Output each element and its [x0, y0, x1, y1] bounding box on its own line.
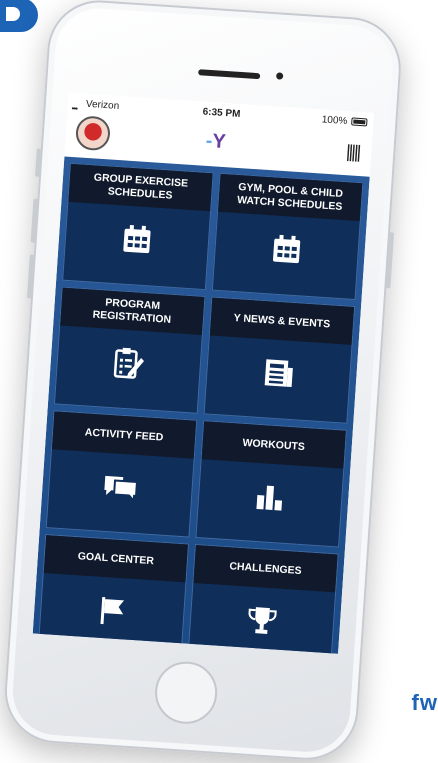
menu-grid: GROUP EXERCISE SCHEDULES GYM, POOL & CHI…	[32, 156, 370, 654]
carrier-label: ••• Verizon	[71, 98, 120, 114]
volume-up-button	[30, 198, 39, 243]
volume-down-button	[26, 254, 35, 299]
tile-label: Y NEWS & EVENTS	[209, 297, 355, 345]
tile-label: PROGRAM REGISTRATION	[60, 287, 205, 335]
status-time: 6:35 PM	[202, 106, 241, 121]
bar-chart-icon	[250, 479, 290, 515]
avatar[interactable]	[74, 115, 112, 152]
ymca-logo-icon: -Y	[205, 129, 227, 154]
phone-mockup: ••• Verizon 6:35 PM 100% -Y ||||| GROUP …	[1, 0, 405, 763]
phone-body: ••• Verizon 6:35 PM 100% -Y ||||| GROUP …	[1, 0, 405, 763]
battery-icon	[351, 117, 368, 127]
carrier-name: Verizon	[85, 98, 120, 112]
newspaper-icon	[258, 355, 298, 391]
tile-activity-feed[interactable]: ACTIVITY FEED	[45, 410, 198, 538]
chat-bubbles-icon	[101, 469, 141, 505]
tile-goal-center[interactable]: GOAL CENTER	[37, 534, 190, 654]
power-button	[385, 232, 395, 289]
tile-challenges[interactable]: CHALLENGES	[187, 543, 339, 654]
tile-workouts[interactable]: WORKOUTS	[195, 420, 347, 548]
calendar-icon	[117, 221, 157, 257]
tile-label: CHALLENGES	[193, 545, 338, 593]
tile-y-news-events[interactable]: Y NEWS & EVENTS	[203, 296, 356, 424]
brand-logo-fragment	[0, 0, 38, 32]
signal-icon: •••	[71, 103, 78, 114]
home-button[interactable]	[153, 659, 220, 726]
trophy-icon	[242, 602, 282, 638]
battery-percent: 100%	[321, 114, 348, 128]
app-screen: ••• Verizon 6:35 PM 100% -Y ||||| GROUP …	[32, 92, 374, 654]
barcode-icon[interactable]: |||||	[345, 141, 360, 163]
tile-label: GOAL CENTER	[43, 535, 188, 583]
tile-gym-pool-child-watch-schedules[interactable]: GYM, POOL & CHILD WATCH SCHEDULES	[211, 172, 364, 301]
tile-label: GROUP EXERCISE SCHEDULES	[68, 163, 213, 212]
tile-label: GYM, POOL & CHILD WATCH SCHEDULES	[218, 173, 363, 222]
tile-label: ACTIVITY FEED	[51, 411, 197, 459]
flag-icon	[92, 592, 132, 628]
background-text: fw	[411, 690, 438, 715]
mute-switch	[34, 148, 42, 177]
speaker-grille	[198, 69, 261, 80]
tile-group-exercise-schedules[interactable]: GROUP EXERCISE SCHEDULES	[62, 162, 214, 291]
clipboard-edit-icon	[109, 345, 149, 381]
tile-label: WORKOUTS	[201, 421, 346, 469]
tile-program-registration[interactable]: PROGRAM REGISTRATION	[53, 286, 206, 414]
calendar-icon	[267, 231, 307, 267]
front-camera	[275, 72, 284, 80]
